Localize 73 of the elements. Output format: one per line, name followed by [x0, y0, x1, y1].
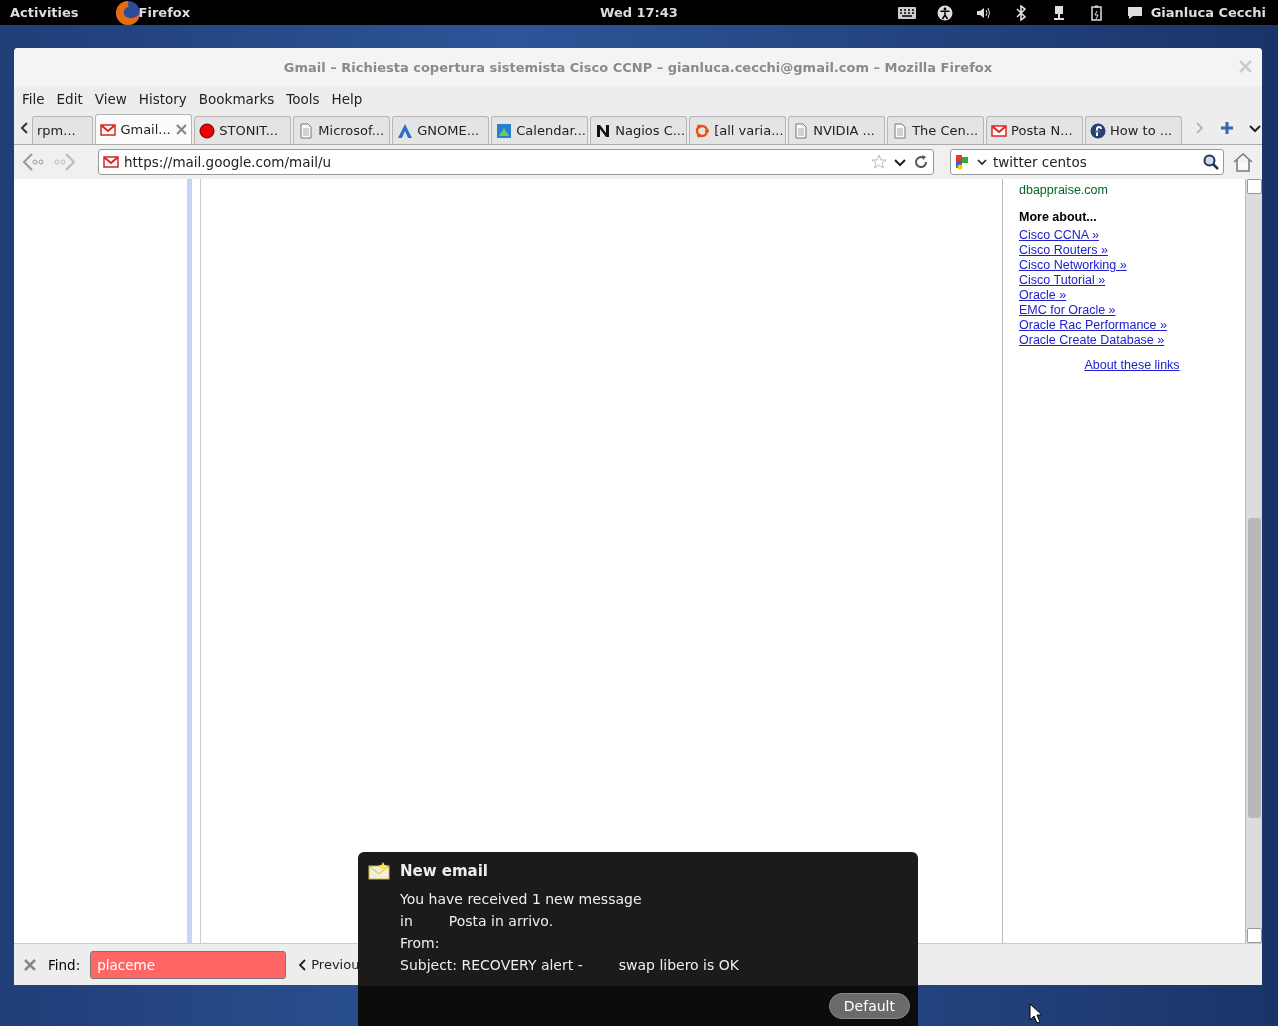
activities-button[interactable]: Activities — [10, 5, 79, 20]
window-title: Gmail – Richiesta copertura sistemista Cisco CCNP – gianluca.cecchi@gmail.com – Mozilla Firefox — [283, 59, 993, 75]
search-engine-icon[interactable] — [955, 154, 971, 170]
plus-icon[interactable] — [1220, 121, 1235, 135]
topic-link[interactable]: Cisco Networking » — [1019, 258, 1245, 273]
source-domain: dbappraise.com — [1019, 183, 1109, 197]
mail-icon — [100, 121, 117, 138]
url-field[interactable]: https://mail.google.com/mail/u — [98, 149, 934, 175]
browser-tab[interactable]: Nagios C... — [590, 116, 688, 144]
topic-link[interactable]: Oracle Rac Performance » — [1019, 318, 1245, 333]
page-icon — [298, 122, 315, 139]
ring-icon — [694, 122, 711, 139]
mail-icon — [991, 122, 1008, 139]
notification-title: New email — [400, 862, 488, 880]
browser-tab[interactable]: Gmail... — [95, 114, 193, 144]
browser-tab[interactable]: Posta N... — [986, 116, 1084, 144]
scrollbar[interactable] — [1245, 179, 1262, 943]
stop-sign-icon — [199, 122, 216, 139]
notification-text: From: — [400, 934, 440, 953]
topic-link[interactable]: Oracle » — [1019, 288, 1245, 303]
search-field[interactable]: twitter centos — [950, 149, 1224, 175]
search-icon[interactable] — [1203, 154, 1219, 170]
calendar-icon — [496, 122, 513, 139]
menu-item[interactable]: History — [132, 91, 193, 107]
app-menu[interactable]: Firefox — [138, 5, 191, 20]
clock[interactable]: Wed 17:43 — [600, 5, 678, 20]
menu-item[interactable]: Edit — [50, 91, 89, 107]
browser-tab[interactable]: rpm... — [32, 116, 94, 144]
notification-text: Posta in arrivo. — [448, 912, 554, 931]
page-icon — [892, 122, 909, 139]
browser-tab[interactable]: NVIDIA ... — [788, 116, 886, 144]
browser-tab[interactable]: STONIT... — [194, 116, 292, 144]
letter-logo-icon — [595, 122, 612, 139]
firefox-icon — [114, 0, 141, 26]
browser-tab[interactable]: Microsof... — [293, 116, 391, 144]
notification-text: swap libero is OK — [618, 956, 739, 975]
find-label: Find: — [48, 956, 81, 973]
notification-text: You have received 1 new message — [400, 890, 642, 909]
topic-link[interactable]: Cisco Tutorial » — [1019, 273, 1245, 288]
browser-tab[interactable]: Calendar... — [491, 116, 589, 144]
user-menu[interactable]: Gianluca Cecchi — [1150, 5, 1266, 20]
menu-item[interactable]: Help — [325, 91, 369, 107]
chevron-down-icon[interactable] — [977, 157, 987, 167]
topic-link[interactable]: Oracle Create Database » — [1019, 333, 1245, 348]
menu-item[interactable]: View — [88, 91, 133, 107]
browser-tab[interactable]: How to ... — [1085, 116, 1183, 144]
about-link[interactable]: About these links — [1084, 358, 1180, 373]
menu-item[interactable]: File — [16, 91, 51, 107]
pointer-cursor-icon — [1029, 1003, 1043, 1024]
triangle-icon — [397, 122, 414, 139]
round-logo-icon — [1090, 122, 1107, 139]
browser-tab[interactable]: The Cen... — [887, 116, 985, 144]
keyboard-icon[interactable] — [896, 4, 917, 21]
close-icon[interactable] — [22, 956, 38, 973]
browser-tab[interactable]: GNOME... — [392, 116, 490, 144]
topic-link[interactable]: EMC for Oracle » — [1019, 303, 1245, 318]
star-icon[interactable] — [871, 154, 887, 170]
reload-icon[interactable] — [913, 154, 929, 170]
topic-link[interactable]: Cisco CCNA » — [1019, 228, 1245, 243]
mail-icon — [103, 154, 119, 170]
previous-button[interactable]: Previou — [296, 957, 362, 972]
section-heading: More about... — [1019, 210, 1098, 224]
envelope-icon — [368, 862, 390, 880]
notification-text: Subject: RECOVERY alert - — [400, 956, 583, 975]
menu-item[interactable]: Tools — [280, 91, 326, 107]
notification-text: in — [400, 912, 413, 931]
default-button[interactable]: Default — [828, 993, 910, 1019]
browser-tab[interactable]: [all varia... — [689, 116, 787, 144]
topic-link[interactable]: Cisco Routers » — [1019, 243, 1245, 258]
page-icon — [793, 122, 810, 139]
close-icon[interactable] — [176, 124, 188, 135]
chevron-left-icon — [298, 958, 309, 971]
menu-item[interactable]: Bookmarks — [192, 91, 281, 107]
